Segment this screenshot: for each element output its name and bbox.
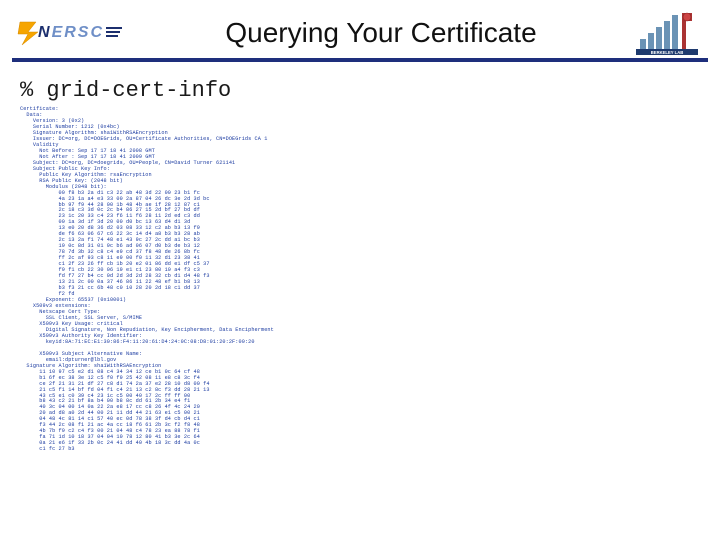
header-bar: NERSC Querying Your Certificate BERKELEY… bbox=[0, 0, 720, 58]
page-title: Querying Your Certificate bbox=[124, 17, 634, 49]
nersc-bars-icon bbox=[106, 27, 122, 39]
header-divider bbox=[12, 58, 708, 62]
command-line: % grid-cert-info bbox=[0, 68, 720, 103]
berkeley-lab-logo: BERKELEY LAB bbox=[634, 11, 700, 55]
certificate-output: Certificate: Data: Version: 3 (0x2) Seri… bbox=[0, 103, 720, 453]
nersc-logo: NERSC bbox=[14, 18, 124, 48]
lab-label-text: BERKELEY LAB bbox=[651, 50, 684, 55]
lightning-icon bbox=[16, 20, 46, 46]
nersc-rest: ERSC bbox=[52, 24, 104, 41]
